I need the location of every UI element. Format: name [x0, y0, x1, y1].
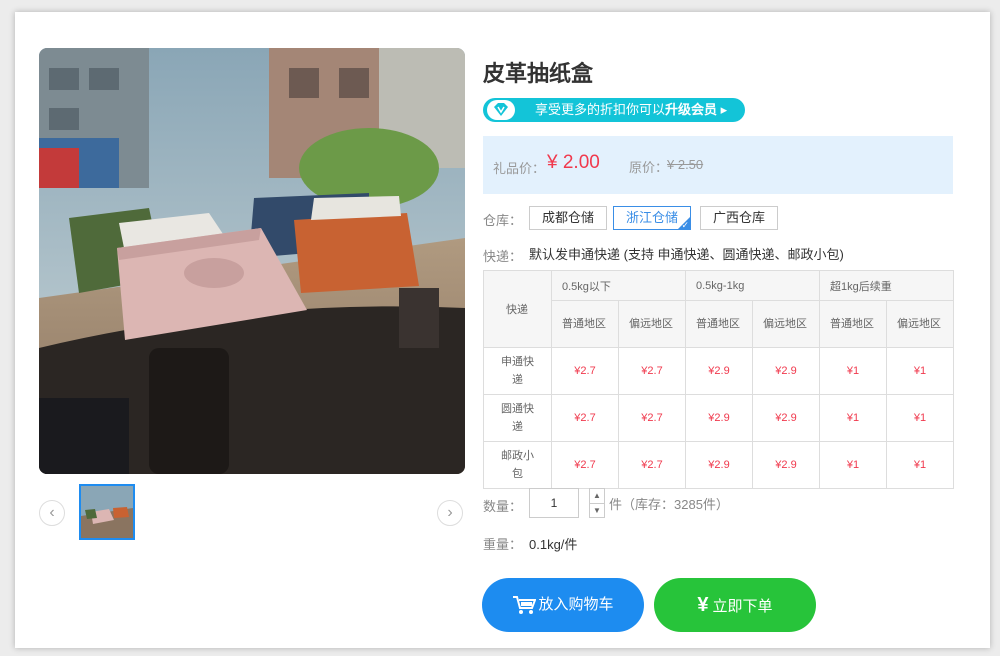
- original-price-label: 原价：: [629, 160, 669, 175]
- table-group-header: 超1kg后续重: [819, 270, 954, 301]
- original-price-value: ¥ 2.50: [667, 157, 704, 172]
- rate-cell: ¥1: [886, 347, 954, 395]
- gift-price-label: 礼品价：: [493, 161, 546, 176]
- table-subheader: 偏远地区: [752, 300, 820, 348]
- gallery-thumbnail[interactable]: [79, 484, 135, 540]
- table-group-header: 0.5kg-1kg: [685, 270, 820, 301]
- courier-name: 邮政小包: [483, 441, 552, 489]
- gift-price-value: ¥ 2.00: [547, 152, 600, 173]
- table-row: 邮政小包 ¥2.7 ¥2.7 ¥2.9 ¥2.9 ¥1 ¥1: [483, 441, 954, 489]
- increment-button[interactable]: ▲: [590, 489, 604, 504]
- table-subheader: 普通地区: [819, 300, 887, 348]
- table-corner-header: 快递: [483, 270, 552, 348]
- product-main-image[interactable]: [39, 48, 465, 474]
- product-card: ‹ › 皮革抽纸盒 享受更多的折扣你可以 升级会员 ▸ 礼品价： ¥ 2.00 …: [15, 12, 990, 648]
- rate-cell: ¥1: [886, 394, 954, 442]
- check-icon: ✓: [681, 220, 690, 230]
- rate-cell: ¥2.7: [551, 347, 619, 395]
- add-to-cart-button[interactable]: 放入购物车: [482, 578, 644, 632]
- stock-info: 件（库存：3285件）: [609, 497, 729, 512]
- yen-icon: ¥: [697, 594, 709, 616]
- gallery-prev-button[interactable]: ‹: [39, 500, 65, 526]
- rate-cell: ¥1: [819, 441, 887, 489]
- table-subheader: 普通地区: [551, 300, 619, 348]
- warehouse-option-chengdu[interactable]: 成都仓储: [529, 206, 608, 230]
- vip-banner-text: 享受更多的折扣你可以: [535, 102, 666, 117]
- rate-cell: ¥1: [886, 441, 954, 489]
- shipping-rate-table: 快递 0.5kg以下 0.5kg-1kg 超1kg后续重 普通地区 偏远地区 普…: [483, 270, 954, 489]
- table-row: 圆通快递 ¥2.7 ¥2.7 ¥2.9 ¥2.9 ¥1 ¥1: [483, 394, 954, 442]
- rate-cell: ¥2.9: [752, 441, 820, 489]
- warehouse-option-zhejiang[interactable]: 浙江仓储 ✓: [613, 206, 692, 230]
- warehouse-option-guangxi[interactable]: 广西仓库: [700, 206, 779, 230]
- rate-cell: ¥2.7: [618, 347, 686, 395]
- vip-upgrade-banner[interactable]: 享受更多的折扣你可以 升级会员 ▸: [483, 98, 745, 122]
- quantity-label: 数量：: [483, 499, 523, 514]
- table-subheader: 普通地区: [685, 300, 753, 348]
- price-panel: 礼品价： ¥ 2.00 原价： ¥ 2.50: [483, 136, 953, 194]
- decrement-button[interactable]: ▼: [590, 504, 604, 518]
- rate-cell: ¥2.9: [752, 347, 820, 395]
- vip-upgrade-link[interactable]: 升级会员 ▸: [665, 98, 727, 122]
- chevron-left-icon: ‹: [49, 504, 55, 521]
- rate-cell: ¥1: [819, 394, 887, 442]
- table-subheader: 偏远地区: [618, 300, 686, 348]
- warehouse-label: 仓库：: [483, 213, 523, 228]
- rate-cell: ¥2.7: [551, 441, 619, 489]
- table-subheader: 偏远地区: [886, 300, 954, 348]
- gallery-next-button[interactable]: ›: [437, 500, 463, 526]
- product-title: 皮革抽纸盒: [483, 61, 594, 86]
- rate-cell: ¥1: [819, 347, 887, 395]
- rate-cell: ¥2.9: [685, 441, 753, 489]
- quantity-input[interactable]: 1: [529, 488, 579, 518]
- diamond-icon: [487, 100, 515, 120]
- rate-cell: ¥2.9: [685, 394, 753, 442]
- chevron-right-icon: ›: [447, 504, 453, 521]
- rate-cell: ¥2.9: [685, 347, 753, 395]
- rate-cell: ¥2.7: [618, 441, 686, 489]
- rate-cell: ¥2.7: [551, 394, 619, 442]
- cart-icon: [513, 596, 537, 615]
- rate-cell: ¥2.7: [618, 394, 686, 442]
- buy-now-button[interactable]: ¥ 立即下单: [654, 578, 816, 632]
- quantity-stepper: ▲ ▼: [589, 488, 605, 518]
- table-row: 申通快递 ¥2.7 ¥2.7 ¥2.9 ¥2.9 ¥1 ¥1: [483, 347, 954, 395]
- table-group-header: 0.5kg以下: [551, 270, 686, 301]
- courier-name: 申通快递: [483, 347, 552, 395]
- rate-cell: ¥2.9: [752, 394, 820, 442]
- courier-name: 圆通快递: [483, 394, 552, 442]
- weight-value: 0.1kg/件: [529, 537, 578, 552]
- weight-label: 重量：: [483, 537, 523, 552]
- shipping-label: 快递：: [483, 249, 523, 264]
- shipping-description: 默认发申通快递 (支持 申通快递、圆通快递、邮政小包): [529, 247, 844, 262]
